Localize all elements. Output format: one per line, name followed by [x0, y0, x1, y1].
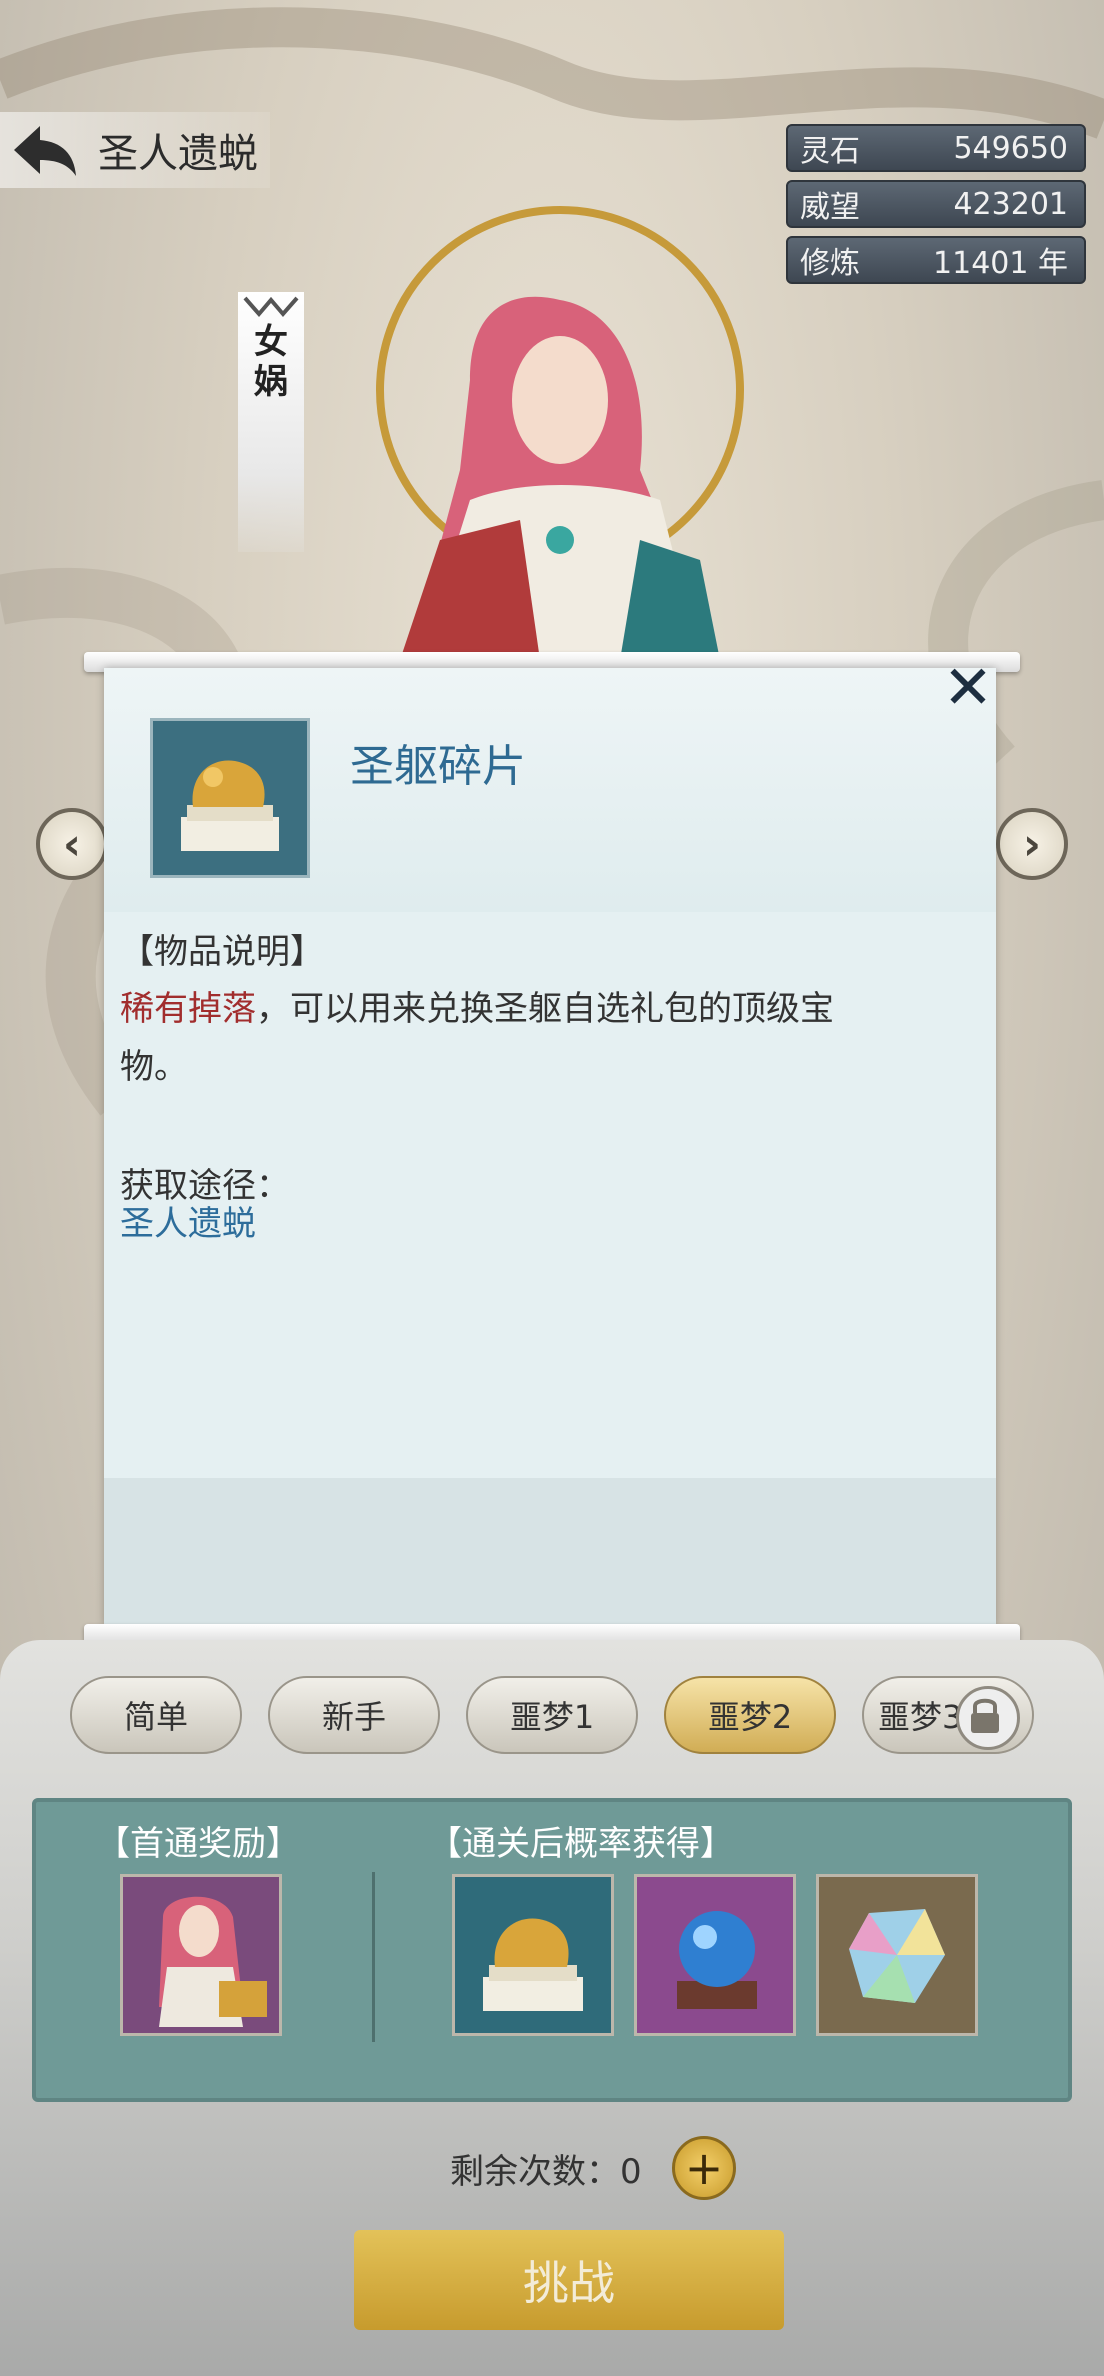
acquire-link[interactable]: 圣人遗蜕: [120, 1196, 256, 1245]
golden-seal-icon: [483, 1918, 583, 2011]
banner-ornament-icon: [243, 296, 299, 318]
drop-label: 【通关后概率获得】: [428, 1824, 734, 1864]
tab-nightmare-1[interactable]: 噩梦1: [466, 1676, 638, 1754]
stat-lingshi: 灵石 549650: [786, 124, 1086, 172]
drop-reward-slot[interactable]: [816, 1874, 978, 2036]
remaining-label: 剩余次数：: [450, 2152, 620, 2192]
stat-label: 威望: [800, 190, 860, 225]
tab-easy[interactable]: 简单: [70, 1676, 242, 1754]
item-icon: [150, 718, 310, 878]
tab-label: 噩梦3: [878, 1698, 963, 1736]
page-title: 圣人遗蜕: [98, 131, 258, 177]
remaining-count: 0: [620, 2152, 642, 2192]
modal-footer-bg: [104, 1478, 996, 1626]
prev-arrow-button[interactable]: ‹: [36, 808, 108, 880]
description-line: 稀有掉落，可以用来兑换圣躯自选礼包的顶级宝: [120, 980, 834, 1038]
remaining-attempts: 剩余次数：0: [450, 2144, 642, 2193]
description-text: ，可以用来兑换圣躯自选礼包的顶级宝: [256, 989, 834, 1029]
back-button[interactable]: 圣人遗蜕: [0, 112, 270, 188]
lock-icon: [956, 1686, 1020, 1750]
chevron-left-icon: ‹: [62, 818, 82, 870]
tab-nightmare-2[interactable]: 噩梦2: [664, 1676, 836, 1754]
character-name-banner: 女 娲: [238, 292, 304, 552]
item-name: 圣躯碎片: [350, 741, 526, 792]
stat-value: 11401 年: [933, 246, 1068, 281]
stat-label: 灵石: [800, 134, 860, 169]
drop-reward-slot[interactable]: [634, 1874, 796, 2036]
reward-divider: [372, 1872, 375, 2042]
description-header: 【物品说明】: [120, 932, 324, 972]
rainbow-crystal-icon: [849, 1909, 945, 2003]
tab-nightmare-3[interactable]: 噩梦3: [862, 1676, 1034, 1754]
rare-drop-text: 稀有掉落: [120, 989, 256, 1029]
character-name-char: 女: [254, 322, 288, 362]
stat-value: 549650: [953, 130, 1068, 166]
stat-value: 423201: [953, 186, 1068, 222]
close-icon: ✕: [942, 653, 994, 723]
description-line: 物。: [120, 1047, 188, 1087]
close-button[interactable]: ✕: [940, 658, 996, 718]
chevron-right-icon: ›: [1022, 818, 1042, 870]
challenge-button[interactable]: 挑战: [354, 2230, 784, 2330]
stat-weiwang: 威望 423201: [786, 180, 1086, 228]
back-arrow-icon: [14, 126, 76, 176]
tab-novice[interactable]: 新手: [268, 1676, 440, 1754]
add-attempts-button[interactable]: +: [672, 2136, 736, 2200]
golden-seal-icon: [181, 760, 279, 851]
next-arrow-button[interactable]: ›: [996, 808, 1068, 880]
character-portrait-icon: [159, 1896, 267, 2027]
first-clear-label: 【首通奖励】: [96, 1824, 300, 1864]
stat-label: 修炼: [800, 246, 860, 281]
plus-icon: +: [684, 2141, 724, 2195]
character-name-char: 娲: [254, 362, 288, 402]
first-clear-reward-slot[interactable]: [120, 1874, 282, 2036]
stat-xiulian: 修炼 11401 年: [786, 236, 1086, 284]
drop-reward-slot[interactable]: [452, 1874, 614, 2036]
blue-orb-icon: [677, 1911, 757, 2009]
